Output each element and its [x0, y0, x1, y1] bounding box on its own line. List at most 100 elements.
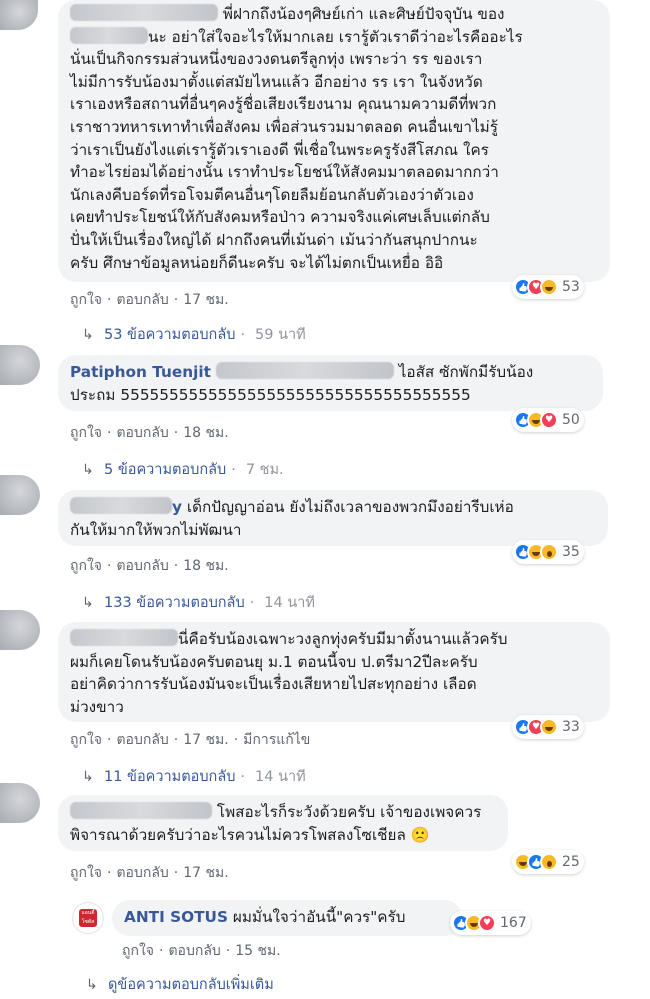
like-link[interactable]: ถูกใจ: [70, 732, 102, 748]
reply-arrow-icon: ↳: [82, 594, 94, 611]
more-replies-label[interactable]: ดูข้อความตอบกลับเพิ่มเติม: [108, 973, 274, 996]
reaction-summary[interactable]: 25: [512, 850, 584, 874]
like-link[interactable]: ถูกใจ: [70, 865, 102, 881]
reply-link[interactable]: ตอบกลับ: [116, 732, 168, 748]
like-link[interactable]: ถูกใจ: [70, 425, 102, 441]
comment-line: พี่ฝากถึงน้องๆศิษย์เก่า และศิษย์ปัจจุบัน…: [70, 3, 598, 26]
reaction-summary[interactable]: 33: [512, 715, 584, 739]
reaction-count: 25: [562, 854, 580, 870]
comment-line: นักเลงคีบอร์ดที่รอโจมตีคนอื่นๆโดยลืมย้อน…: [70, 185, 474, 204]
avatar[interactable]: [0, 610, 40, 650]
comment-line: ประถม 5555555555555555555555555555555555…: [70, 385, 471, 404]
wow-reaction-icon: [540, 543, 558, 561]
timestamp[interactable]: 17 ชม.: [183, 865, 228, 881]
haha-reaction-icon: [540, 278, 558, 296]
replies-count[interactable]: 53 ข้อความตอบกลับ: [104, 323, 235, 346]
reaction-summary[interactable]: 53: [512, 275, 584, 299]
reaction-count: 50: [562, 412, 580, 428]
author-name[interactable]: ANTI SOTUS: [124, 908, 228, 926]
reaction-count: 33: [562, 719, 580, 735]
comment-line: ว่าเราเป็นยังไงแต่เรารู้ตัวเราเองดี พี่เ…: [70, 140, 489, 159]
comment-bubble: โพสอะไรก็ระวังด้วยครับ เจ้าของเพจควร พิจ…: [58, 795, 508, 851]
author-name[interactable]: Patiphon Tuenjit: [70, 363, 211, 381]
timestamp[interactable]: 18 ชม.: [183, 558, 228, 574]
avatar[interactable]: [0, 475, 40, 515]
replies-time: 7 ชม.: [245, 462, 284, 478]
edited-label[interactable]: มีการแก้ไข: [243, 732, 310, 748]
comment-line: y เด็กปัญญาอ่อน ยังไม่ถึงเวลาของพวกมึงอย…: [70, 496, 596, 519]
timestamp[interactable]: 17 ชม.: [183, 732, 228, 748]
comment-bubble: พี่ฝากถึงน้องๆศิษย์เก่า และศิษย์ปัจจุบัน…: [58, 0, 610, 282]
reply-bubble: ANTI SOTUS ผมมั่นใจว่าอันนี้"ควร"ครับ: [112, 900, 462, 936]
view-replies-link[interactable]: ↳ 5 ข้อความตอบกลับ · 7 ชม.: [82, 458, 284, 481]
view-replies-link[interactable]: ↳ 53 ข้อความตอบกลับ · 59 นาที: [82, 323, 306, 346]
comment-actions: ถูกใจ · ตอบกลับ · 18 ชม.: [70, 425, 229, 441]
author-name-redacted[interactable]: [70, 629, 178, 646]
avatar[interactable]: [0, 783, 40, 823]
author-name-redacted[interactable]: [70, 4, 218, 21]
reaction-summary[interactable]: 50: [512, 408, 584, 432]
like-link[interactable]: ถูกใจ: [70, 558, 102, 574]
avatar[interactable]: [0, 345, 40, 385]
comment-line: กันให้มากให้พวกไม่พัฒนา: [70, 520, 242, 539]
replies-time: 59 นาที: [255, 327, 306, 343]
reply-link[interactable]: ตอบกลับ: [116, 865, 168, 881]
reply-arrow-icon: ↳: [82, 326, 94, 343]
view-replies-link[interactable]: ↳ 133 ข้อความตอบกลับ · 14 นาที: [82, 591, 315, 614]
comment-actions: ถูกใจ · ตอบกลับ · 17 ชม.: [70, 292, 229, 308]
comment-bubble: นี่คือรับน้องเฉพาะวงลูกทุ่งครับมีมาตั้งน…: [58, 622, 610, 722]
view-replies-link[interactable]: ↳ 11 ข้อความตอบกลับ · 14 นาที: [82, 765, 306, 788]
avatar[interactable]: [0, 0, 38, 30]
wow-reaction-icon: [540, 853, 558, 871]
like-link[interactable]: ถูกใจ: [70, 292, 102, 308]
comment-line: ไม่มีการรับน้องมาตั้งแต่สมัยไหนแล้ว อีกอ…: [70, 72, 483, 91]
replies-time: 14 นาที: [264, 595, 315, 611]
replies-count[interactable]: 5 ข้อความตอบกลับ: [104, 458, 226, 481]
comment-line: นี่คือรับน้องเฉพาะวงลูกทุ่งครับมีมาตั้งน…: [70, 628, 598, 651]
redacted-text: [215, 362, 394, 379]
comment-actions: ถูกใจ · ตอบกลับ · 18 ชม.: [70, 558, 229, 574]
replies-count[interactable]: 133 ข้อความตอบกลับ: [104, 591, 245, 614]
reply-line: ANTI SOTUS ผมมั่นใจว่าอันนี้"ควร"ครับ: [124, 908, 406, 926]
comment-line: เราชาวทหารเทาทำเพื่อสังคม เพื่อส่วนรวมมา…: [70, 117, 498, 136]
comment-line: พิจารณาด้วยครับว่าอะไรควนไม่ควรโพสลงโซเช…: [70, 825, 430, 844]
redacted-text: [70, 26, 148, 44]
like-link[interactable]: ถูกใจ: [122, 943, 154, 959]
reply-arrow-icon: ↳: [86, 976, 98, 993]
comment-bubble: y เด็กปัญญาอ่อน ยังไม่ถึงเวลาของพวกมึงอย…: [58, 490, 608, 546]
author-name-redacted[interactable]: [70, 802, 212, 819]
anti-sotus-logo-icon: แอนตี้ โซตัส: [79, 909, 97, 927]
timestamp[interactable]: 18 ชม.: [183, 425, 228, 441]
reaction-summary[interactable]: 35: [512, 540, 584, 564]
replies-count[interactable]: 11 ข้อความตอบกลับ: [104, 765, 235, 788]
comment-line: โพสอะไรก็ระวังด้วยครับ เจ้าของเพจควร: [70, 801, 496, 824]
comment-line: ทำอะไรย่อมได้อย่างนั้น เราทำประโยชน์ให้ส…: [70, 163, 499, 182]
reply-link[interactable]: ตอบกลับ: [116, 292, 168, 308]
timestamp[interactable]: 15 ชม.: [235, 943, 280, 959]
comment-line: ปั่นให้เป็นเรื่องใหญ่ได้ ฝากถึงคนที่เม้น…: [70, 230, 478, 249]
reply-actions: ถูกใจ · ตอบกลับ · 15 ชม.: [122, 943, 281, 959]
reply-arrow-icon: ↳: [82, 768, 94, 785]
page-avatar[interactable]: แอนตี้ โซตัส: [72, 902, 104, 934]
love-reaction-icon: [540, 411, 558, 429]
comment-line: Patiphon Tuenjit ไอสัส ซักพักมีรับน้อง: [70, 362, 534, 381]
reaction-summary[interactable]: 167: [450, 911, 531, 935]
comment-line: เราเองหรือสถานที่อื่นๆคงรู้ชื่อเสียงเรีย…: [70, 95, 497, 114]
view-more-replies-link[interactable]: ↳ ดูข้อความตอบกลับเพิ่มเติม: [86, 973, 274, 996]
comment-line: ครับ ศึกษาข้อมูลหน่อยก็ดีนะครับ จะได้ไม่…: [70, 253, 444, 272]
reply-arrow-icon: ↳: [82, 461, 94, 478]
haha-reaction-icon: [540, 718, 558, 736]
author-name-redacted[interactable]: [70, 497, 172, 514]
timestamp[interactable]: 17 ชม.: [183, 292, 228, 308]
replies-time: 14 นาที: [255, 769, 306, 785]
reply-link[interactable]: ตอบกลับ: [168, 943, 220, 959]
reaction-count: 35: [562, 544, 580, 560]
comment-line: นะ อย่าใส่ใจอะไรให้มากเลย เรารู้ตัวเราดี…: [70, 26, 598, 49]
comment-bubble: Patiphon Tuenjit ไอสัส ซักพักมีรับน้อง ป…: [58, 355, 603, 411]
comment-actions: ถูกใจ · ตอบกลับ · 17 ชม. · มีการแก้ไข: [70, 732, 311, 748]
comment-line: นั่นเป็นกิจกรรมส่วนหนึ่งของวงดนตรีลูกทุ่…: [70, 50, 483, 69]
reply-link[interactable]: ตอบกลับ: [116, 425, 168, 441]
reply-link[interactable]: ตอบกลับ: [116, 558, 168, 574]
reaction-count: 167: [500, 915, 527, 931]
comment-line: อย่าคิดว่าการรับน้องมันจะเป็นเรื่องเสียห…: [70, 675, 477, 694]
